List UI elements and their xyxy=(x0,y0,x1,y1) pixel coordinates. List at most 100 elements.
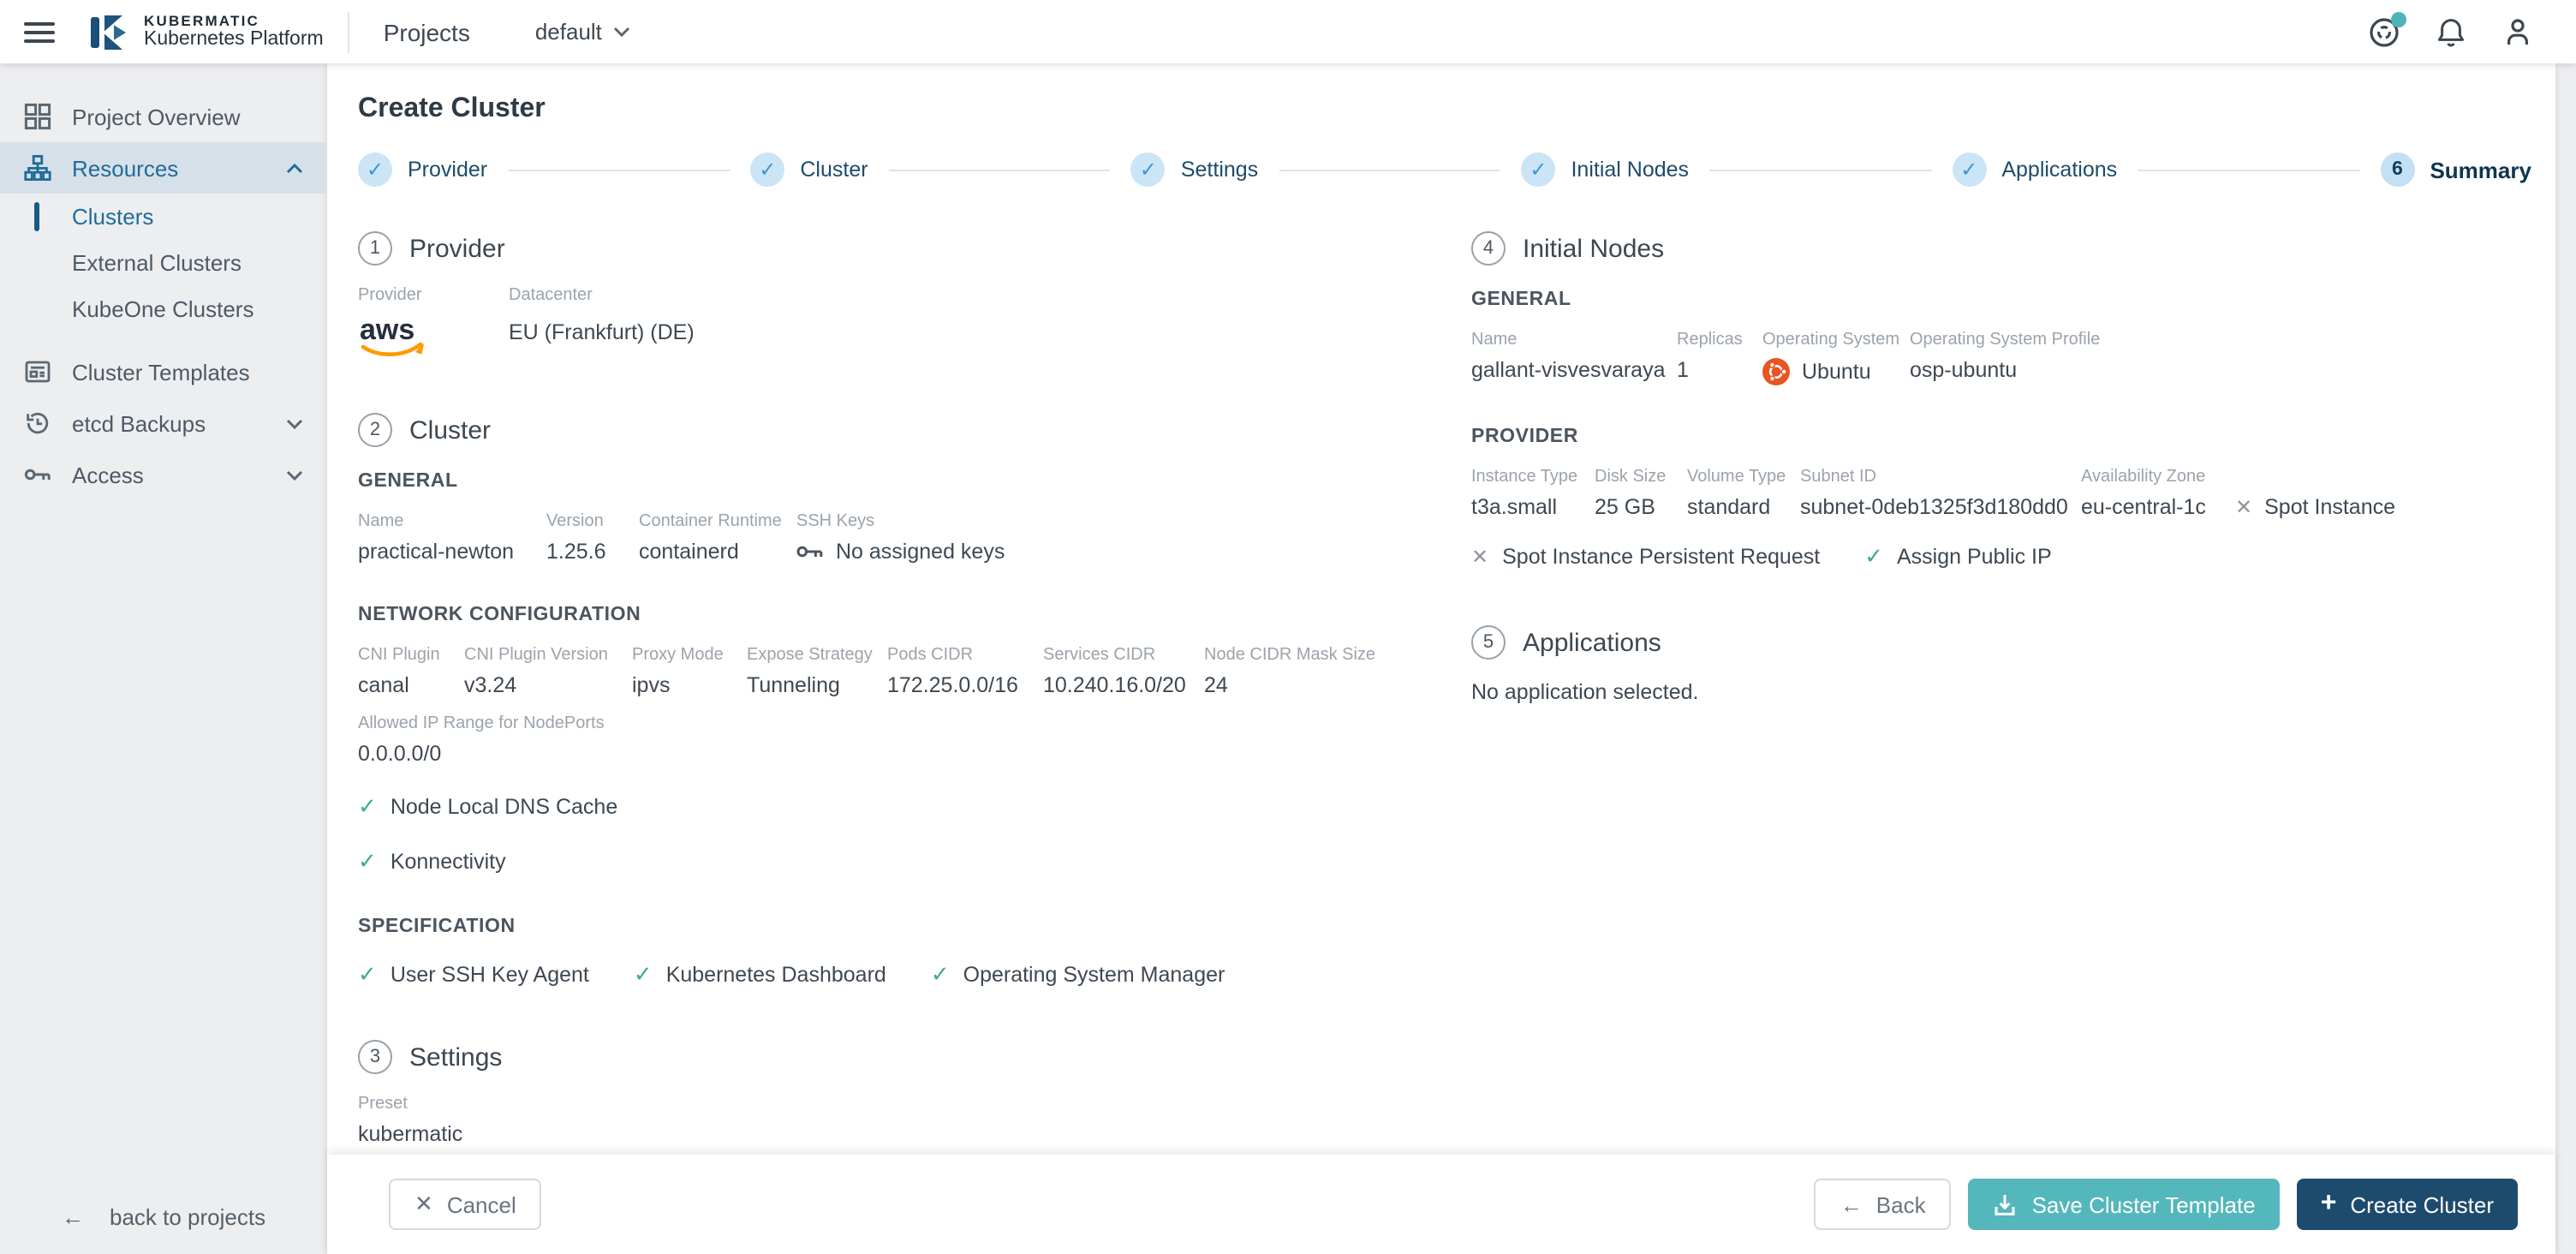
field-label: CNI Plugin Version xyxy=(464,646,608,665)
cancel-button[interactable]: ✕ Cancel xyxy=(389,1179,542,1230)
step-label: Settings xyxy=(1180,158,1259,182)
field-os-profile: Operating System Profile osp-ubuntu xyxy=(1910,331,2100,382)
save-download-icon xyxy=(1993,1191,2018,1217)
field-value: Ubuntu xyxy=(1802,360,1871,384)
bell-icon[interactable] xyxy=(2434,15,2468,49)
sidebar-item-external-clusters[interactable]: External Clusters xyxy=(0,240,327,286)
project-selector[interactable]: default xyxy=(535,19,631,45)
flag-user-ssh-key-agent: ✓ User SSH Key Agent xyxy=(358,961,589,988)
general-subheading: GENERAL xyxy=(358,471,458,492)
field-volume-type: Volume Type standard xyxy=(1687,468,1786,519)
sidebar-nav: Project Overview Resources Clusters Exte… xyxy=(0,91,327,500)
svg-text:aws: aws xyxy=(360,314,414,346)
step-summary[interactable]: 6 Summary xyxy=(2380,152,2531,187)
field-label: Services CIDR xyxy=(1043,646,1156,665)
field-label: Name xyxy=(358,512,404,531)
hamburger-menu-icon[interactable] xyxy=(24,21,55,42)
general-subheading: GENERAL xyxy=(1471,290,1571,310)
section-provider-heading: 1 Provider xyxy=(358,231,1471,266)
sidebar-item-label: Resources xyxy=(72,155,179,181)
chevron-down-icon xyxy=(286,469,303,481)
field-value: Tunneling xyxy=(747,673,840,697)
x-icon: ✕ xyxy=(414,1191,433,1216)
help-gauge-icon[interactable] xyxy=(2367,11,2406,49)
step-settings[interactable]: ✓ Settings xyxy=(1130,152,1259,187)
step-label: Initial Nodes xyxy=(1571,158,1690,182)
field-label: Preset xyxy=(358,1095,408,1114)
field-value: canal xyxy=(358,673,409,697)
x-icon: ✕ xyxy=(2235,495,2253,519)
step-provider[interactable]: ✓ Provider xyxy=(358,152,487,187)
field-provider: Provider aws xyxy=(358,286,485,361)
field-label: Container Runtime xyxy=(639,512,782,531)
nodes-general-fields: Name gallant-visvesvaraya Replicas 1 Ope… xyxy=(1471,331,2531,385)
save-cluster-template-button[interactable]: Save Cluster Template xyxy=(1968,1179,2280,1230)
flag-label: Kubernetes Dashboard xyxy=(665,963,886,987)
flag-label: Operating System Manager xyxy=(963,963,1225,987)
field-preset: Preset kubermatic xyxy=(358,1095,1471,1146)
sidebar-item-etcd-backups[interactable]: etcd Backups xyxy=(0,397,327,449)
field-label: Disk Size xyxy=(1595,468,1667,487)
field-name: Name practical-newton xyxy=(358,512,522,564)
sidebar: Project Overview Resources Clusters Exte… xyxy=(0,63,327,1254)
chevron-down-icon xyxy=(614,26,631,38)
field-availability-zone: Availability Zone eu-central-1c xyxy=(2081,468,2211,519)
field-value: kubermatic xyxy=(358,1122,463,1146)
create-cluster-button[interactable]: + Create Cluster xyxy=(2296,1179,2518,1230)
flag-assign-public-ip: ✓ Assign Public IP xyxy=(1864,543,2051,570)
field-label: Datacenter xyxy=(509,286,593,305)
main-panel: Create Cluster ✓ Provider ✓ Cluster ✓ Se… xyxy=(327,63,2555,1254)
network-fields: CNI Plugin canal CNI Plugin Version v3.2… xyxy=(358,646,1471,697)
applications-empty-text: No application selected. xyxy=(1471,680,1699,704)
step-connector xyxy=(888,169,1111,170)
back-to-projects-label: back to projects xyxy=(110,1204,266,1230)
summary-columns: 1 Provider Provider aws Datacenter EU (F… xyxy=(358,204,2531,1146)
sidebar-item-project-overview[interactable]: Project Overview xyxy=(0,91,327,142)
sidebar-item-clusters[interactable]: Clusters xyxy=(0,194,327,240)
section-title: Initial Nodes xyxy=(1523,234,1665,263)
section-title: Cluster xyxy=(409,415,492,445)
header-section-title: Projects xyxy=(383,18,470,45)
field-allowed-ip-range: Allowed IP Range for NodePorts 0.0.0.0/0 xyxy=(358,714,1471,766)
footer-right-group: ← Back Save Cluster Template + Create Cl… xyxy=(1814,1179,2518,1230)
field-value: 1.25.6 xyxy=(546,540,606,564)
user-icon[interactable] xyxy=(2501,15,2535,49)
field-node-name: Name gallant-visvesvaraya xyxy=(1471,331,1666,382)
step-applications[interactable]: ✓ Applications xyxy=(1952,152,2117,187)
sidebar-item-kubeone-clusters[interactable]: KubeOne Clusters xyxy=(0,286,327,332)
field-value: gallant-visvesvaraya xyxy=(1471,358,1666,382)
field-label: Expose Strategy xyxy=(747,646,873,665)
back-button[interactable]: ← Back xyxy=(1814,1179,1952,1230)
chevron-up-icon xyxy=(286,162,303,174)
step-label: Cluster xyxy=(800,158,868,182)
field-label: Node CIDR Mask Size xyxy=(1204,646,1376,665)
kubermatic-logo[interactable]: KUBERMATIC Kubernetes Platform xyxy=(86,9,324,54)
field-instance-type: Instance Type t3a.small xyxy=(1471,468,1577,519)
field-value: ipvs xyxy=(632,673,671,697)
chevron-down-icon xyxy=(286,417,303,429)
step-initial-nodes[interactable]: ✓ Initial Nodes xyxy=(1521,152,1689,187)
back-to-projects-link[interactable]: ← back to projects xyxy=(0,1204,327,1254)
sidebar-item-resources[interactable]: Resources xyxy=(0,142,327,194)
section-title: Applications xyxy=(1523,628,1661,657)
sidebar-item-cluster-templates[interactable]: Cluster Templates xyxy=(0,346,327,397)
arrow-left-icon: ← xyxy=(1840,1191,1863,1217)
top-bar: KUBERMATIC Kubernetes Platform Projects … xyxy=(0,0,2576,63)
section-title: Provider xyxy=(409,234,505,263)
field-value: practical-newton xyxy=(358,540,515,564)
sidebar-item-access[interactable]: Access xyxy=(0,449,327,500)
field-label: Operating System xyxy=(1762,331,1900,349)
specification-subheading: SPECIFICATION xyxy=(358,917,516,937)
notification-dot xyxy=(2391,11,2406,27)
step-label: Summary xyxy=(2430,157,2531,182)
section-number: 3 xyxy=(358,1040,392,1074)
step-number: 6 xyxy=(2380,152,2415,187)
field-subnet-id: Subnet ID subnet-0deb1325f3d180dd0 xyxy=(1800,468,2068,519)
active-indicator xyxy=(34,202,39,231)
flag-label: Konnectivity xyxy=(390,850,506,874)
cluster-general-fields: Name practical-newton Version 1.25.6 Con… xyxy=(358,512,1471,564)
field-cni-version: CNI Plugin Version v3.24 xyxy=(464,646,608,697)
step-cluster[interactable]: ✓ Cluster xyxy=(750,152,868,187)
step-check-icon: ✓ xyxy=(1521,152,1556,187)
sidebar-item-label: Cluster Templates xyxy=(72,359,250,385)
